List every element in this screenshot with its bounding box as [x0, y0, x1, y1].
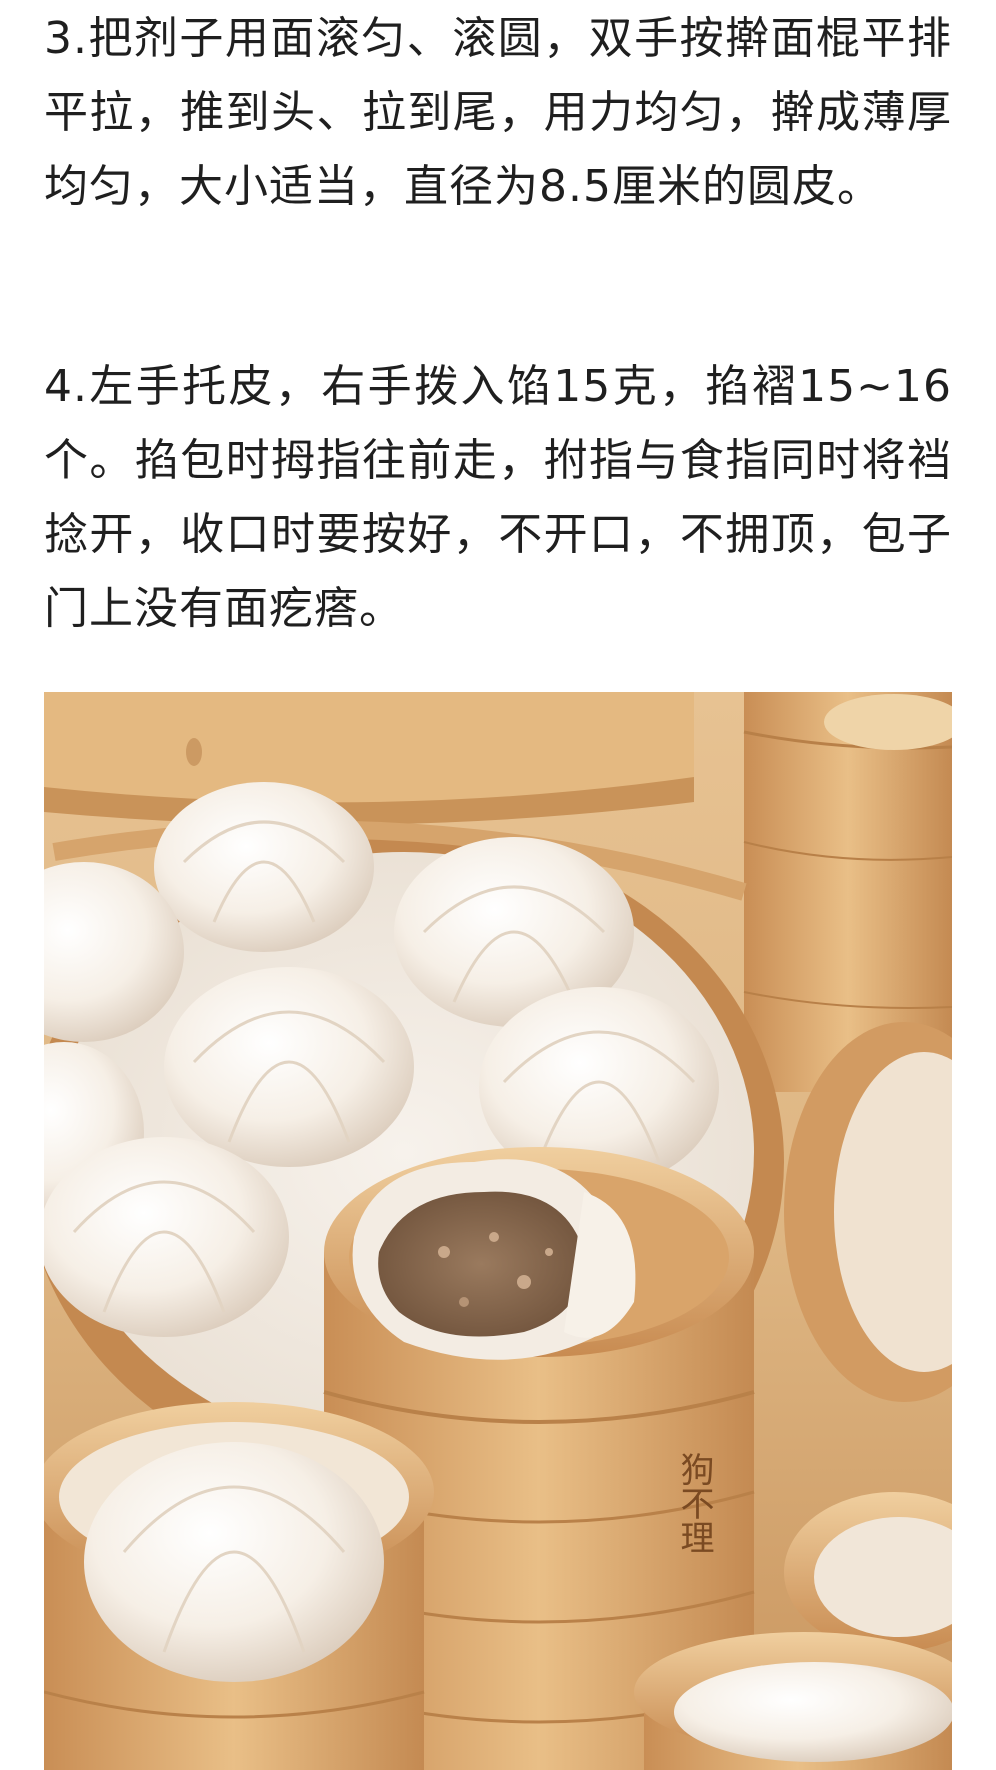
steamed-buns-photo[interactable]: 狗不理: [44, 692, 952, 1770]
back-steamer-lid: [44, 692, 694, 825]
article: 3.把剂子用面滚匀、滚圆，双手按擀面棍平排平拉，推到头、拉到尾，用力均匀，擀成薄…: [0, 0, 996, 1770]
step-4-text: 4.左手托皮，右手拨入馅15克，掐褶15~16个。掐包时拇指往前走，拊指与食指同…: [44, 361, 952, 634]
front-left-steamer: [44, 1402, 434, 1770]
steamer-stamp-text: 狗不理: [674, 1452, 714, 1554]
steamed-buns-illustration: 狗不理: [44, 692, 952, 1770]
step-3-text: 3.把剂子用面滚匀、滚圆，双手按擀面棍平排平拉，推到头、拉到尾，用力均匀，擀成薄…: [44, 13, 952, 212]
